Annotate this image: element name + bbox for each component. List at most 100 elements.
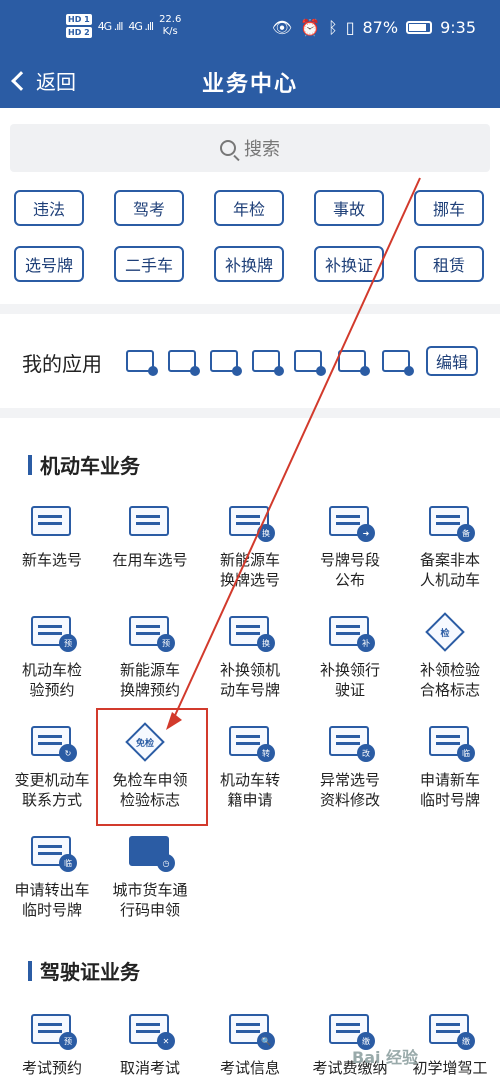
status-left: HD 1 HD 2 4G .ıll 4G .ıll 22.6 K/s xyxy=(66,14,181,40)
tile-label: 考试预约 xyxy=(21,1059,82,1077)
chip-ershouche[interactable]: 二手车 xyxy=(114,246,184,282)
people-car-icon xyxy=(125,502,175,542)
form-icon xyxy=(27,502,77,542)
app-list-icon[interactable] xyxy=(338,350,370,376)
hd-indicators: HD 1 HD 2 xyxy=(66,14,92,38)
inspection-mark-icon: 检 xyxy=(425,612,475,652)
section-marker xyxy=(28,960,32,981)
section-marker xyxy=(28,454,32,475)
tile-label: 变更机动车 联系方式 xyxy=(14,771,90,809)
app-chat-car-icon[interactable] xyxy=(252,350,284,376)
id-card-icon: 缴 xyxy=(425,1010,475,1050)
tile-label: 取消考试 xyxy=(119,1059,180,1077)
signal-1-icon: 4G .ıll xyxy=(97,20,124,33)
tile-label: 新能源车 换牌预约 xyxy=(119,661,180,699)
tile-label: 在用车选号 xyxy=(112,551,188,569)
nav-bar: 返回 业务中心 xyxy=(0,58,500,106)
clock: 9:35 xyxy=(440,18,476,37)
tile-label: 新车选号 xyxy=(21,551,82,569)
chip-jiakao[interactable]: 驾考 xyxy=(114,190,184,226)
tile-change-contact[interactable]: ↻ 变更机动车 联系方式 xyxy=(2,722,102,810)
network-speed: 22.6 K/s xyxy=(159,14,181,38)
tile-label: 补换领行 驶证 xyxy=(319,661,380,699)
vehicle-section-title: 机动车业务 xyxy=(28,450,140,479)
app-car-icon[interactable] xyxy=(126,350,158,376)
tile-label: 机动车转 籍申请 xyxy=(219,771,280,809)
status-right: 👁 ⏰ ᛒ ▯ 87% 9:35 xyxy=(272,18,476,37)
tile-ev-plate-select[interactable]: 换 新能源车 换牌选号 xyxy=(200,502,300,590)
vehicle-section-label: 机动车业务 xyxy=(40,454,140,478)
bluetooth-icon: ᛒ xyxy=(328,18,338,37)
edit-doc-icon: 改 xyxy=(325,722,375,762)
exam-booking-icon: 预 xyxy=(27,1010,77,1050)
tile-cancel-exam[interactable]: ✕ 取消考试 xyxy=(100,1010,200,1078)
inspection-doc-icon: 预 xyxy=(27,612,77,652)
tile-plate-range[interactable]: ➜ 号牌号段 公布 xyxy=(300,502,400,590)
my-apps-title: 我的应用 xyxy=(22,352,102,376)
services-section: 机动车业务 新车选号 在用车选号 换 新能源车 换牌选号 ➜ 号牌号段 公布 备 备… xyxy=(0,418,500,1084)
tile-reissue-inspection-mark[interactable]: 检 补领检验 合格标志 xyxy=(400,612,500,700)
tile-truck-pass-code[interactable]: ◷ 城市货车通 行码申领 xyxy=(100,832,200,920)
chip-zulin[interactable]: 租赁 xyxy=(414,246,484,282)
signal-2-icon: 4G .ıll xyxy=(128,20,154,33)
chip-nianjian[interactable]: 年检 xyxy=(214,190,284,226)
my-apps-section: 我的应用 编辑 xyxy=(0,314,500,408)
app-license-icon[interactable] xyxy=(210,350,242,376)
battery-percent: 87% xyxy=(362,18,399,37)
tile-label: 补领检验 合格标志 xyxy=(419,661,480,699)
exam-info-icon: 🔍 xyxy=(225,1010,275,1050)
tile-exam-info[interactable]: 🔍 考试信息 xyxy=(200,1010,300,1078)
chip-buhuanpai[interactable]: 补换牌 xyxy=(214,246,284,282)
app-id-card-icon[interactable] xyxy=(382,350,414,376)
tile-transfer-register[interactable]: 转 机动车转 籍申请 xyxy=(200,722,300,810)
chip-nuoche[interactable]: 挪车 xyxy=(414,190,484,226)
speed-value: 22.6 xyxy=(159,14,182,25)
page-title: 业务中心 xyxy=(201,72,298,97)
tile-new-car-number[interactable]: 新车选号 xyxy=(2,502,102,570)
chip-weifa[interactable]: 违法 xyxy=(14,190,84,226)
plate-booking-icon: 预 xyxy=(125,612,175,652)
tile-transfer-temp-plate[interactable]: 临 申请转出车 临时号牌 xyxy=(2,832,102,920)
ev-car-icon: 换 xyxy=(225,502,275,542)
alarm-icon: ⏰ xyxy=(300,18,321,37)
tile-label: 补换领机 动车号牌 xyxy=(219,661,280,699)
top-bar: HD 1 HD 2 4G .ıll 4G .ıll 22.6 K/s 👁 ⏰ ᛒ… xyxy=(0,0,500,122)
quick-section: 搜索 违法 驾考 年检 事故 挪车 选号牌 二手车 补换牌 补换证 租赁 xyxy=(0,108,500,304)
tile-replace-plate[interactable]: 换 补换领机 动车号牌 xyxy=(200,612,300,700)
tile-used-car-number[interactable]: 在用车选号 xyxy=(100,502,200,570)
tile-label: 城市货车通 行码申领 xyxy=(112,881,188,919)
transfer-doc-icon: 转 xyxy=(225,722,275,762)
hd1-label: HD 1 xyxy=(66,14,92,25)
license-section-label: 驾驶证业务 xyxy=(40,960,140,984)
status-bar: HD 1 HD 2 4G .ıll 4G .ıll 22.6 K/s 👁 ⏰ ᛒ… xyxy=(0,0,500,58)
tile-label: 备案非本 人机动车 xyxy=(419,551,480,589)
app-doc-icon[interactable] xyxy=(168,350,200,376)
tile-ev-plate-booking[interactable]: 预 新能源车 换牌预约 xyxy=(100,612,200,700)
notice-board-icon: ➜ xyxy=(325,502,375,542)
tile-label: 申请转出车 临时号牌 xyxy=(14,881,90,919)
record-doc-icon: 备 xyxy=(425,502,475,542)
app-plate-icon[interactable] xyxy=(294,350,326,376)
vibrate-icon: ▯ xyxy=(345,18,355,37)
tile-exam-booking[interactable]: 预 考试预约 xyxy=(2,1010,102,1078)
tile-label: 新能源车 换牌选号 xyxy=(219,551,280,589)
speed-unit: K/s xyxy=(162,26,178,37)
tile-replace-license[interactable]: 补 补换领行 驶证 xyxy=(300,612,400,700)
tile-label: 初学增驾工 xyxy=(412,1059,488,1077)
tile-label: 考试信息 xyxy=(219,1059,280,1077)
chip-shigu[interactable]: 事故 xyxy=(314,190,384,226)
tile-nonlocal-record[interactable]: 备 备案非本 人机动车 xyxy=(400,502,500,590)
contact-change-icon: ↻ xyxy=(27,722,77,762)
search-icon xyxy=(220,140,236,156)
chip-buhuanzheng[interactable]: 补换证 xyxy=(314,246,384,282)
tile-label: 号牌号段 公布 xyxy=(319,551,380,589)
tile-new-car-temp-plate[interactable]: 临 申请新车 临时号牌 xyxy=(400,722,500,810)
tile-inspection-booking[interactable]: 预 机动车检 验预约 xyxy=(2,612,102,700)
temp-plate-icon: 临 xyxy=(425,722,475,762)
chip-xuanhaopai[interactable]: 选号牌 xyxy=(14,246,84,282)
tile-abnormal-number-edit[interactable]: 改 异常选号 资料修改 xyxy=(300,722,400,810)
edit-button[interactable]: 编辑 xyxy=(426,346,478,376)
search-input[interactable]: 搜索 xyxy=(10,124,490,172)
watermark: Bai 经验 xyxy=(352,1048,419,1067)
tile-label: 申请新车 临时号牌 xyxy=(419,771,480,809)
